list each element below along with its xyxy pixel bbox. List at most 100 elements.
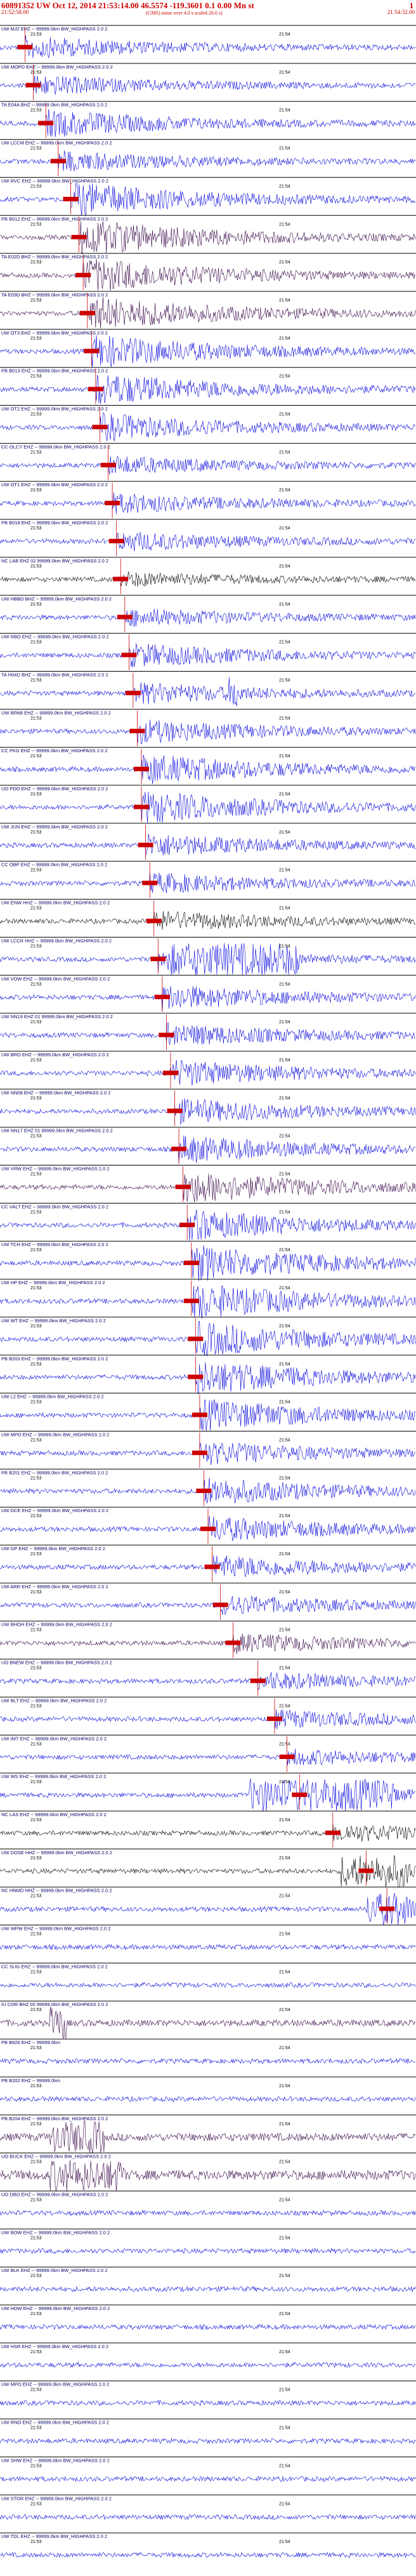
station-label: CC VALT EHZ -- 99999.0km BW_HIGHPASS 2.0… [1, 1204, 108, 1209]
station-label: UO DBO EHZ -- 99999.0km BW_HIGHPASS 2.0 … [1, 2192, 108, 2198]
station-label: UW MJ2 EHZ -- 99999.0km BW_HIGHPASS 2.0 … [1, 26, 107, 32]
time-tick-label: 21:54 [279, 1096, 290, 1101]
end-time: 21:54:32.00 [387, 9, 415, 15]
time-tick-label: 21:54 [279, 1476, 290, 1480]
time-tick-label: 21:53 [30, 2122, 42, 2127]
time-tick-label: 21:54 [279, 184, 290, 189]
station-label: UW BLT EHZ -- 99999.0km BW_HIGHPASS 2.0 … [1, 1697, 107, 1703]
station-label: UW OT1 EHZ -- 99999.0km BW_HIGHPASS 2.0 … [1, 482, 108, 488]
trace-row: IU COR BHZ 00 99999.0km BW_HIGHPASS 2.0 … [0, 2000, 416, 2039]
time-tick-label: 21:53 [30, 2008, 42, 2012]
time-tick-label: 21:53 [30, 2046, 42, 2050]
station-label: CC SUG EHZ -- 99999.0km BW_HIGHPASS 2.0 … [1, 1963, 108, 1969]
time-tick-label: 21:53 [30, 868, 42, 873]
waveform-line [0, 1672, 416, 1690]
time-tick-label: 21:54 [279, 1134, 290, 1139]
trace-row: UO PDO EHZ -- 99999.0km BW_HIGHPASS 2.0 … [0, 785, 416, 823]
station-label: PB B013 EHZ -- 99999.0km BW_HIGHPASS 2.0… [1, 368, 108, 374]
time-tick-label: 21:53 [30, 1248, 42, 1252]
station-label: UW MPO EHZ -- 99999.0km BW_HIGHPASS 2.0 … [1, 2382, 109, 2387]
time-tick-label: 21:54 [279, 1590, 290, 1595]
time-tick-label: 21:54 [279, 641, 290, 645]
trace-row: UW IMT EHZ -- 99999.0km BW_HIGHPASS 2.0 … [0, 1734, 416, 1772]
trace-row: UW BOW EHZ -- 99999.0km BW_HIGHPASS 2.0 … [0, 2228, 416, 2254]
time-tick-label: 21:53 [30, 2274, 42, 2278]
trace-row: TA E04A BHZ -- 99999.0km BW_HIGHPASS 2.0… [0, 101, 416, 138]
time-tick-label: 21:54 [279, 2540, 290, 2544]
trace-row: CC SUG EHZ -- 99999.0km BW_HIGHPASS 2.0 … [0, 1962, 416, 1988]
station-label: PB B018 EHZ -- 99999.0km BW_HIGHPASS 2.0… [1, 520, 108, 526]
trace-row: UW OT3 EHZ -- 99999.0km BW_HIGHPASS 2.0 … [0, 329, 416, 368]
time-tick-label: 21:53 [30, 32, 42, 37]
trace-row: UW WT EHZ -- 99999.0km BW_HIGHPASS 2.0 2… [0, 1317, 416, 1357]
time-tick-label: 21:54 [279, 2502, 290, 2506]
trace-row: UW NN17 EHZ 01 99999.0km BW_HIGHPASS 2.0… [0, 1127, 416, 1164]
trace-row: PB B201 EHZ -- 99999.0km BW_HIGHPASS 2.0… [0, 1468, 416, 1506]
time-tick-label: 21:54 [279, 32, 290, 37]
waveform-line [0, 2285, 416, 2293]
time-tick-label: 21:53 [30, 602, 42, 607]
station-label: UW NN08 EHZ -- 99999.0km BW_HIGHPASS 2.0… [1, 1090, 110, 1096]
trace-row: UW ENW HHZ -- 99999.0km BW_HIGHPASS 2.0 … [0, 899, 416, 936]
waveform-line [0, 2247, 416, 2254]
time-tick-label: 21:54 [279, 1514, 290, 1518]
trace-row: UW BLT EHZ -- 99999.0km BW_HIGHPASS 2.0 … [0, 1696, 416, 1734]
station-label: UW LCCR HHZ -- 99999.0km BW_HIGHPASS 2.0… [1, 938, 112, 943]
time-tick-label: 21:54 [279, 1932, 290, 1937]
trace-row: CC OBP EHZ -- 99999.0km BW_HIGHPASS 2.0 … [0, 861, 416, 898]
station-label: UO BUCK EHZ -- 99999.0km BW_HIGHPASS 2.0… [1, 2154, 111, 2160]
waveform-line [0, 1245, 416, 1282]
station-label: TA H04D BHZ -- 99999.0km BW_HIGHPASS 2.0… [1, 672, 108, 678]
waveform-line [0, 2476, 416, 2482]
time-tick-label: 21:53 [30, 1894, 42, 1899]
trace-row: CC PKG EHZ -- 99999.0km BW_HIGHPASS 2.0 … [0, 747, 416, 784]
waveform-line [0, 1285, 416, 1319]
station-label: UW GP EHZ -- 99999.0km BW_HIGHPASS 2.0 2 [1, 1546, 105, 1551]
time-tick-label: 21:54 [279, 1324, 290, 1329]
trace-row: UW NN08 EHZ -- 99999.0km BW_HIGHPASS 2.0… [0, 1089, 416, 1126]
time-tick-label: 21:53 [30, 1096, 42, 1101]
time-tick-label: 21:54 [279, 222, 290, 227]
time-tick-label: 21:54 [279, 982, 290, 986]
waveform-line [0, 1709, 416, 1730]
time-tick-label: 21:54 [279, 260, 290, 265]
time-tick-label: 21:54 [279, 1704, 290, 1708]
waveform-line [0, 643, 416, 668]
station-label: UW JUN EHZ -- 99999.0km BW_HIGHPASS 2.0 … [1, 824, 108, 830]
trace-row: CC OLCY EHZ -- 99999.0km BW_HIGHPASS 2.0… [0, 442, 416, 481]
time-tick-label: 21:53 [30, 1970, 42, 1974]
station-label: UW BRO EHZ -- 99999.0km BW_HIGHPASS 2.0 … [1, 1052, 109, 1058]
time-tick-label: 21:53 [30, 488, 42, 493]
station-label: PB B203 EHZ -- 99999.0km BW_HIGHPASS 2.0… [1, 1356, 108, 1362]
time-tick-label: 21:54 [279, 906, 290, 911]
station-label: UW TCH EHZ -- 99999.0km BW_HIGHPASS 2.0 … [1, 1242, 108, 1247]
time-tick-label: 21:54 [279, 1172, 290, 1177]
waveform-line [0, 1595, 416, 1616]
station-label: IU COR BHZ 00 99999.0km BW_HIGHPASS 2.0 … [1, 2002, 108, 2007]
time-tick-label: 21:54 [279, 754, 290, 759]
trace-row: UW BRO EHZ -- 99999.0km BW_HIGHPASS 2.0 … [0, 1051, 416, 1088]
time-tick-label: 21:54 [279, 2464, 290, 2468]
station-label: PB B204 EHZ -- 99999.0km BW_HIGHPASS 2.0… [1, 2116, 108, 2121]
waveform-line [0, 1022, 416, 1046]
time-tick-label: 21:53 [30, 641, 42, 645]
time-tick-label: 21:53 [30, 1818, 42, 1822]
trace-row: UW NN19 EHZ 01 99999.0km BW_HIGHPASS 2.0… [0, 1012, 416, 1050]
trace-row: UW TDL EHZ -- 99999.0km BW_HIGHPASS 2.0 … [0, 2532, 416, 2558]
time-tick-label: 21:54 [279, 375, 290, 379]
waveform-line [0, 455, 416, 475]
trace-row: UW TCH EHZ -- 99999.0km BW_HIGHPASS 2.0 … [0, 1240, 416, 1282]
waveform-line [0, 1943, 416, 1951]
trace-row: PB B012 EHZ -- 99999.0km BW_HIGHPASS 2.0… [0, 215, 416, 255]
time-tick-label: 21:53 [30, 450, 42, 455]
time-tick-label: 21:53 [30, 184, 42, 189]
time-tick-label: 21:53 [30, 564, 42, 569]
start-time: 21:52:58.00 [1, 9, 29, 15]
trace-row: UW DOSE HHZ -- 99999.0km BW_HIGHPASS 2.0… [0, 1849, 416, 1887]
waveform-line [0, 2551, 416, 2558]
time-tick-label: 21:54 [279, 413, 290, 417]
time-tick-label: 21:54 [279, 1818, 290, 1822]
waveform-line [0, 1778, 416, 1812]
time-tick-label: 21:54 [279, 526, 290, 531]
waveform-line [0, 182, 416, 216]
